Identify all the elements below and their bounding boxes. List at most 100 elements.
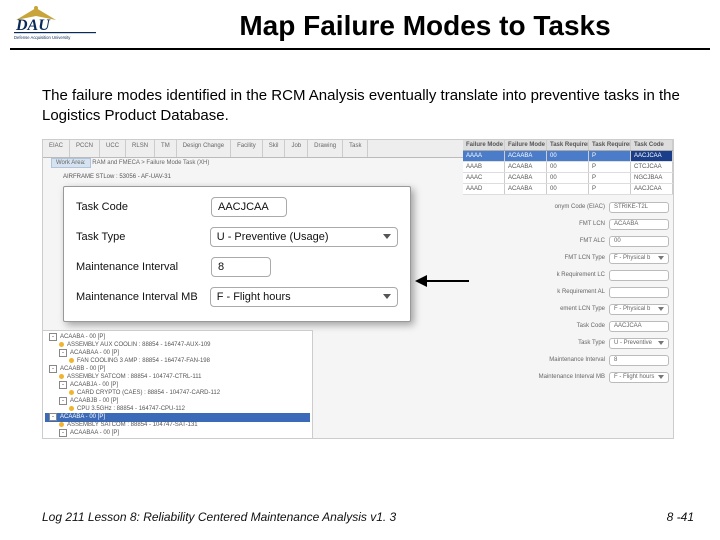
bg-tab[interactable]: EIAC: [43, 140, 70, 157]
bg-tab[interactable]: Skil: [263, 140, 286, 157]
component-icon: [59, 422, 64, 427]
svg-text:DAU: DAU: [15, 17, 51, 34]
tree-item[interactable]: CARD CRYPTO (CAES) : 88854 - 104747-CARD…: [45, 390, 310, 397]
bg-tab[interactable]: UCC: [100, 140, 126, 157]
tree-item[interactable]: -ACAABAA - 00 [P]: [45, 429, 310, 438]
expand-icon[interactable]: -: [49, 365, 57, 373]
table-row[interactable]: AAAAACAABA00PAACJCAA: [463, 151, 673, 162]
breadcrumb-label: Work Area:: [51, 158, 91, 168]
chevron-down-icon: [658, 375, 664, 379]
footer-right: 8 -41: [667, 510, 694, 524]
task-code-field[interactable]: AACJCAA: [211, 197, 287, 217]
bg-tab[interactable]: PCCN: [70, 140, 100, 157]
table-header: Failure Mode Ind...: [505, 140, 547, 150]
interval-mb-label: Maintenance Interval MB: [76, 291, 210, 303]
left-arrow-icon: [415, 272, 469, 290]
task-type-select[interactable]: U - Preventive (Usage): [210, 227, 398, 247]
rpanel-row: k Requirement LC: [469, 270, 669, 281]
component-icon: [69, 358, 74, 363]
interval-mb-select[interactable]: F - Flight hours: [210, 287, 398, 307]
slide-title: Map Failure Modes to Tasks: [100, 6, 710, 42]
chevron-down-icon: [658, 256, 664, 260]
table-row[interactable]: AAABACAABA00PCTCJCAA: [463, 162, 673, 173]
bg-tab[interactable]: Task: [343, 140, 368, 157]
footer-left: Log 211 Lesson 8: Reliability Centered M…: [42, 510, 396, 524]
rpanel-row: Maintenance Interval MBF - Flight hours: [469, 372, 669, 383]
bg-tab[interactable]: TM: [155, 140, 177, 157]
bg-tab[interactable]: Drawing: [308, 140, 343, 157]
tree-item[interactable]: -ACAABJA - 00 [P]: [45, 381, 310, 390]
chevron-down-icon: [658, 307, 664, 311]
table-header: Task Code: [631, 140, 673, 150]
rpanel-row: Task TypeU - Preventive: [469, 338, 669, 349]
rpanel-field[interactable]: F - Flight hours: [609, 372, 669, 383]
tree-item[interactable]: -ACAABB - 00 [P]: [45, 365, 310, 374]
component-icon: [59, 342, 64, 347]
expand-icon[interactable]: -: [59, 349, 67, 357]
interval-label: Maintenance Interval: [76, 261, 211, 273]
tree-item[interactable]: ASSEMBLY SATCOM : 88854 - 104747-CTRL-11…: [45, 374, 310, 381]
bg-tab[interactable]: Design Change: [177, 140, 231, 157]
table-row[interactable]: AAADACAABA00PAACJCAA: [463, 184, 673, 195]
table-header: Task Requireme...: [547, 140, 589, 150]
component-icon: [69, 406, 74, 411]
chevron-down-icon: [658, 341, 664, 345]
right-panel: onym Code (EIAC)STRIKE-T2L FMT LCNACAABA F…: [469, 202, 669, 389]
failure-mode-table: Failure Mode Ind...Failure Mode Ind...Ta…: [463, 140, 673, 195]
component-icon: [59, 374, 64, 379]
rpanel-row: FMT LCN TypeF - Physical b: [469, 253, 669, 264]
dau-logo: DAU Defense Acquisition University: [10, 6, 100, 44]
interval-field[interactable]: 8: [211, 257, 271, 277]
table-row[interactable]: AAACACAABA00PNGCJBAA: [463, 173, 673, 184]
task-code-label: Task Code: [76, 201, 211, 213]
rpanel-row: Maintenance Interval8: [469, 355, 669, 366]
chevron-down-icon: [383, 294, 391, 299]
expand-icon[interactable]: -: [49, 333, 57, 341]
rpanel-row: FMT ALC00: [469, 236, 669, 247]
tree-item[interactable]: -ACAABAA - 00 [P]: [45, 349, 310, 358]
rpanel-field[interactable]: STRIKE-T2L: [609, 202, 669, 213]
rpanel-field[interactable]: ACAABA: [609, 219, 669, 230]
expand-icon[interactable]: -: [59, 429, 67, 437]
rpanel-field[interactable]: 8: [609, 355, 669, 366]
bg-tab[interactable]: Facility: [231, 140, 263, 157]
tree-item[interactable]: -ACAABA - 00 [P]: [45, 413, 310, 422]
product-tree: -ACAABA - 00 [P]ASSEMBLY AUX COOLIN : 88…: [43, 330, 313, 438]
rpanel-field[interactable]: 00: [609, 236, 669, 247]
expand-icon[interactable]: -: [59, 381, 67, 389]
rpanel-row: onym Code (EIAC)STRIKE-T2L: [469, 202, 669, 213]
rpanel-field[interactable]: F - Physical b: [609, 253, 669, 264]
bg-tab[interactable]: Job: [285, 140, 308, 157]
screenshot-area: EIACPCCNUCCRLSNTMDesign ChangeFacilitySk…: [42, 139, 674, 439]
tree-item[interactable]: CPU 3.5GHz : 88854 - 164747-CPU-112: [45, 406, 310, 413]
rpanel-row: Task CodeAACJCAA: [469, 321, 669, 332]
tree-item[interactable]: ASSEMBLY SATCOM : 88854 - 104747-SAT-131: [45, 422, 310, 429]
tree-item[interactable]: FAN COOLING 3 AMP : 88854 - 164747-FAN-1…: [45, 358, 310, 365]
rpanel-row: k Requirement AL: [469, 287, 669, 298]
breadcrumb: Work Area: RAM and FMECA > Failure Mode …: [51, 160, 209, 166]
expand-icon[interactable]: -: [59, 397, 67, 405]
table-header: Task Requireme...: [589, 140, 631, 150]
rpanel-field[interactable]: AACJCAA: [609, 321, 669, 332]
rpanel-row: FMT LCNACAABA: [469, 219, 669, 230]
task-dialog: Task Code AACJCAA Task Type U - Preventi…: [63, 186, 411, 322]
intro-text: The failure modes identified in the RCM …: [42, 86, 690, 127]
breadcrumb-value: RAM and FMECA > Failure Mode Task (XH): [92, 160, 209, 166]
task-type-label: Task Type: [76, 231, 210, 243]
tree-item[interactable]: ASSEMBLY AUX COOLIN : 88854 - 164747-AUX…: [45, 342, 310, 349]
expand-icon[interactable]: -: [49, 413, 57, 421]
rpanel-field[interactable]: U - Preventive: [609, 338, 669, 349]
chevron-down-icon: [383, 234, 391, 239]
airframe-label: AIRFRAME STLow : 53056 - AF-UAV-31: [63, 174, 171, 180]
bg-tab[interactable]: RLSN: [126, 140, 155, 157]
component-icon: [69, 390, 74, 395]
rpanel-row: ement LCN TypeF - Physical b: [469, 304, 669, 315]
tree-item[interactable]: -ACAABJB - 00 [P]: [45, 397, 310, 406]
table-header: Failure Mode Ind...: [463, 140, 505, 150]
tree-item[interactable]: -ACAABA - 00 [P]: [45, 333, 310, 342]
rpanel-field[interactable]: F - Physical b: [609, 304, 669, 315]
rpanel-field[interactable]: [609, 270, 669, 281]
title-rule: [10, 48, 710, 50]
svg-text:Defense Acquisition University: Defense Acquisition University: [14, 35, 71, 40]
rpanel-field[interactable]: [609, 287, 669, 298]
